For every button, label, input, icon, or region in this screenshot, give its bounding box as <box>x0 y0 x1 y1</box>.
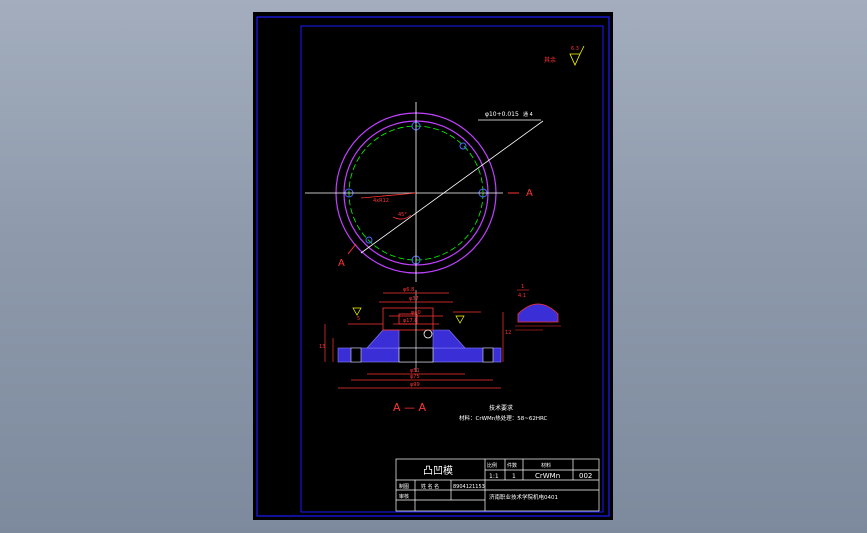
bolt-circle-label: 4xR12 <box>373 198 389 204</box>
dim-label: 13 <box>319 344 325 350</box>
hole-callout-tail: 通 4 <box>523 111 533 118</box>
dim-label: 5 <box>357 316 360 322</box>
dim-label: 12 <box>505 330 511 336</box>
designer-name: 姓 名 名 <box>421 483 439 490</box>
tech-line: 材料：CrWMn热处理：58~62HRC <box>459 414 548 422</box>
pin-hole <box>365 236 373 244</box>
drawing-number: 002 <box>579 472 592 480</box>
section-title: A — A <box>393 401 427 414</box>
tech-title: 技术要求 <box>489 404 513 412</box>
section-marker-right: A <box>526 188 533 199</box>
hole-callout: φ10+0.015 <box>485 111 519 118</box>
checker-label: 审核 <box>399 493 409 500</box>
header-scale: 比例 <box>487 462 497 469</box>
pin-hole <box>459 142 467 150</box>
dim-label: φ6.8 <box>403 287 414 293</box>
section-arrow-left <box>347 243 357 255</box>
dim-label: φ99 <box>410 382 420 388</box>
dim-label: φ40 <box>411 310 421 316</box>
cad-viewport[interactable]: 其余 6.3 A A φ10+0.015 通 4 4xR12 45° φ6.8 … <box>253 12 613 520</box>
dim-label: φ17.8 <box>403 318 417 324</box>
angle-label: 45° <box>398 212 407 218</box>
roughness-symbol-icon <box>455 315 465 324</box>
dim-label: φ37 <box>409 296 419 302</box>
roughness-label: 其余 <box>544 56 556 64</box>
school-name: 济南职业技术学院机电0401 <box>489 493 558 501</box>
header-material: 材料 <box>541 462 551 469</box>
designer-label: 制图 <box>399 483 409 490</box>
center-line-diag <box>360 120 544 254</box>
scale-value: 1:1 <box>489 473 499 480</box>
section-marker-left: A <box>338 258 345 269</box>
outer-frame <box>256 16 610 517</box>
detail-label-den: 4:1 <box>518 293 526 299</box>
detail-label-num: 1 <box>521 284 524 290</box>
material-value: CrWMn <box>535 472 560 480</box>
qty-value: 1 <box>512 473 516 480</box>
inner-frame <box>300 25 604 513</box>
drawing-code: 8904121153 <box>453 484 485 490</box>
detail-view: 1 4:1 <box>515 284 561 331</box>
cad-drawing: 其余 6.3 A A φ10+0.015 通 4 4xR12 45° φ6.8 … <box>256 16 610 517</box>
header-qty: 件数 <box>507 462 517 469</box>
roughness-symbol-icon <box>352 307 362 316</box>
part-name: 凸凹模 <box>423 465 453 477</box>
roughness-value: 6.3 <box>571 46 579 52</box>
dim-label: φ75 <box>410 374 420 380</box>
